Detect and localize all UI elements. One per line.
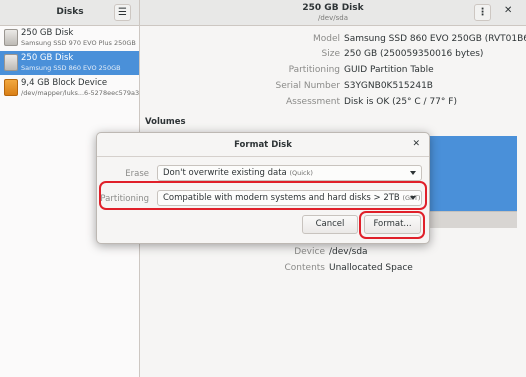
partitioning-value: Compatible with modern systems and hard …	[163, 193, 400, 203]
disk-title: 250 GB Disk	[302, 3, 364, 13]
erase-hint: (Quick)	[289, 169, 313, 177]
dialog-divider	[97, 156, 429, 157]
drive-name: 9,4 GB Block Device	[21, 78, 108, 88]
erase-label: Erase	[125, 169, 149, 179]
format-button[interactable]: Format...	[364, 215, 421, 234]
info-assessment: Assessment Disk is OK (25° C / 77° F)	[140, 97, 526, 109]
drive-item[interactable]: 9,4 GB Block Device /dev/mapper/luks...6…	[0, 76, 139, 100]
chevron-down-icon	[410, 171, 416, 175]
volume-label: Contents	[284, 263, 325, 273]
drive-item[interactable]: 250 GB Disk Samsung SSD 970 EVO Plus 250…	[0, 26, 139, 50]
info-partitioning: Partitioning GUID Partition Table	[140, 65, 526, 77]
volumes-heading: Volumes	[145, 117, 186, 127]
volume-value: Unallocated Space	[329, 263, 413, 273]
info-label: Model	[312, 34, 340, 44]
partitioning-dropdown[interactable]: Compatible with modern systems and hard …	[157, 190, 422, 206]
block-device-icon	[4, 79, 18, 96]
info-model: Model Samsung SSD 860 EVO 250GB (RVT01B6…	[140, 34, 526, 46]
info-value: Samsung SSD 860 EVO 250GB (RVT01B6Q)	[344, 34, 526, 44]
drive-description: Samsung SSD 970 EVO Plus 250GB	[21, 39, 136, 47]
volume-label: Device	[294, 247, 325, 257]
close-icon[interactable]: ✕	[412, 139, 420, 149]
dialog-title: Format Disk	[234, 140, 292, 150]
drive-icon	[4, 54, 18, 71]
drive-name: 250 GB Disk	[21, 28, 74, 38]
info-label: Serial Number	[275, 81, 340, 91]
main-header: 250 GB Disk /dev/sda ⋮ ✕	[140, 0, 526, 26]
info-value: S3YGNB0K515241B	[344, 81, 433, 91]
drive-icon	[4, 29, 18, 46]
drive-name: 250 GB Disk	[21, 53, 74, 63]
partitioning-label: Partitioning	[100, 194, 149, 204]
info-label: Size	[321, 49, 340, 59]
info-label: Partitioning	[288, 65, 340, 75]
kebab-menu-icon[interactable]: ⋮	[474, 4, 491, 21]
info-value: 250 GB (250059350016 bytes)	[344, 49, 484, 59]
hamburger-menu-icon[interactable]: ☰	[114, 4, 131, 21]
close-icon[interactable]: ✕	[504, 5, 512, 16]
volume-value: /dev/sda	[329, 247, 368, 257]
sidebar-header: Disks ☰	[0, 0, 140, 26]
info-value: GUID Partition Table	[344, 65, 434, 75]
erase-dropdown[interactable]: Don't overwrite existing data (Quick)	[157, 165, 422, 181]
info-label: Assessment	[286, 97, 340, 107]
info-serial: Serial Number S3YGNB0K515241B	[140, 81, 526, 93]
cancel-button[interactable]: Cancel	[302, 215, 358, 234]
disk-subtitle: /dev/sda	[318, 14, 348, 22]
volume-strip	[421, 211, 517, 228]
drive-description: /dev/mapper/luks...6-5278eec579a3	[21, 89, 140, 97]
drive-description: Samsung SSD 860 EVO 250GB	[21, 64, 121, 72]
drive-item-selected[interactable]: 250 GB Disk Samsung SSD 860 EVO 250GB	[0, 51, 139, 75]
erase-value: Don't overwrite existing data	[163, 168, 287, 178]
chevron-down-icon	[410, 196, 416, 200]
info-value: Disk is OK (25° C / 77° F)	[344, 97, 457, 107]
volume-partition-bar[interactable]	[421, 136, 517, 211]
info-size: Size 250 GB (250059350016 bytes)	[140, 49, 526, 61]
format-disk-dialog: Format Disk ✕ Erase Don't overwrite exis…	[96, 132, 430, 244]
